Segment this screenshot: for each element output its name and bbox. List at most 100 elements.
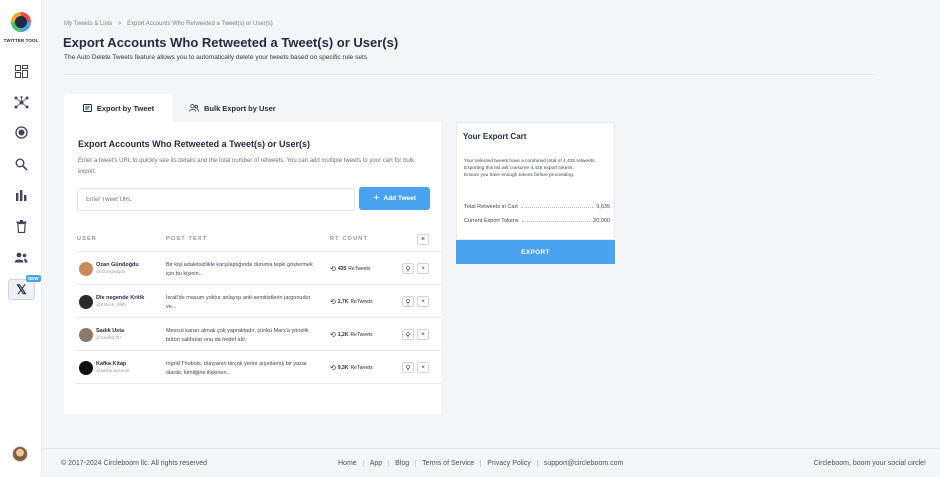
footer-link-home[interactable]: Home bbox=[338, 460, 364, 467]
x-logo-icon[interactable]: 𝕏 bbox=[8, 279, 35, 300]
card-title: Export Accounts Who Retweeted a Tweet(s)… bbox=[78, 139, 311, 149]
breadcrumb-link-my-tweets[interactable]: My Tweets & Lists bbox=[64, 21, 112, 27]
cart-total-retweets: Total Retweets in Cart 9,635 bbox=[464, 204, 610, 210]
rt-count: ⟲ 435 ReTweets bbox=[330, 265, 370, 273]
network-icon[interactable] bbox=[12, 93, 30, 111]
remove-row-button[interactable]: × bbox=[417, 296, 429, 307]
copyright: © 2017-2024 Circleboom llc. All rights r… bbox=[61, 460, 208, 467]
post-text: Mevcut kararı almak çok yapraktadır, çün… bbox=[166, 328, 309, 343]
retweet-icon: ⟲ bbox=[330, 365, 336, 372]
user-handle: @Kritsch_99th bbox=[96, 302, 126, 307]
avatar bbox=[79, 328, 93, 342]
dashboard-icon[interactable] bbox=[12, 62, 30, 80]
clear-all-button[interactable]: × bbox=[417, 234, 429, 245]
avatar bbox=[79, 262, 93, 276]
table-row: Ozan Gündoğdu @ozangndgdu Bir kişi adale… bbox=[76, 252, 441, 285]
user-avatar[interactable] bbox=[12, 446, 28, 462]
bar-chart-icon[interactable] bbox=[12, 186, 30, 204]
cart-warning-line: Ensure you have enough tokens before pro… bbox=[464, 173, 575, 178]
user-handle: @ozangndgdu bbox=[96, 269, 126, 274]
post-text: İsrail'de masum yoktur anlayışı anti-sem… bbox=[166, 295, 311, 310]
rt-count-value: 9,3K bbox=[337, 365, 349, 371]
remove-row-button[interactable]: × bbox=[417, 263, 429, 274]
page-subtitle: The Auto Delete Tweets feature allows yo… bbox=[64, 54, 368, 61]
circle-target-icon[interactable] bbox=[12, 123, 30, 141]
tab-bulk-export-by-user[interactable]: Bulk Export by User bbox=[189, 94, 276, 122]
breadcrumb-current: Export Accounts Who Retweeted a Tweet(s)… bbox=[127, 21, 273, 27]
avatar bbox=[79, 295, 93, 309]
card-description: Enter a tweet's URL to quickly see its d… bbox=[78, 158, 415, 175]
table-row: Kafka Kitap @kafkacaysmail Ingrid Thoboi… bbox=[76, 351, 441, 384]
rt-suffix: ReTweets bbox=[350, 332, 373, 338]
page-title: Export Accounts Who Retweeted a Tweet(s)… bbox=[63, 35, 399, 50]
user-name: Ozan Gündoğdu bbox=[96, 262, 139, 268]
footer-tagline: Circleboom, boom your social circle! bbox=[813, 460, 926, 467]
logo-text: TWITTER TOOL bbox=[3, 38, 39, 43]
user-name: Dle negende Kritik bbox=[96, 295, 145, 301]
total-retweets-label: Total Retweets in Cart bbox=[464, 204, 518, 210]
footer-links: Home App Blog Terms of Service Privacy P… bbox=[338, 460, 629, 467]
user-name: Kafka Kitap bbox=[96, 361, 127, 367]
export-tokens-value: 20,000 bbox=[593, 218, 610, 224]
trash-icon[interactable] bbox=[12, 217, 30, 235]
retweet-icon: ⟲ bbox=[330, 299, 336, 306]
post-text: Ingrid Thobois, dünyanın birçok yerini a… bbox=[166, 361, 307, 376]
new-badge: NEW bbox=[26, 275, 41, 282]
circleboom-logo-icon[interactable] bbox=[10, 11, 32, 33]
tab-label: Export by Tweet bbox=[96, 103, 155, 113]
footer-link-privacy[interactable]: Privacy Policy bbox=[481, 460, 538, 467]
export-button[interactable]: EXPORT bbox=[456, 240, 615, 264]
link-icon[interactable]: ⚲ bbox=[402, 263, 414, 274]
export-cart: Your Export Cart Your selected tweets ha… bbox=[456, 122, 615, 240]
x-logo-glyph: 𝕏 bbox=[16, 281, 27, 297]
rt-count: ⟲ 9,3K ReTweets bbox=[330, 364, 373, 372]
column-header-user: USER bbox=[77, 236, 98, 242]
link-icon[interactable]: ⚲ bbox=[402, 362, 414, 373]
users-outline-icon bbox=[189, 104, 199, 112]
link-icon[interactable]: ⚲ bbox=[402, 329, 414, 340]
user-handle: @kafkacaysmail bbox=[96, 368, 129, 373]
add-tweet-label: Add Tweet bbox=[383, 195, 416, 202]
avatar bbox=[79, 361, 93, 375]
tab-export-by-tweet[interactable]: Export by Tweet bbox=[64, 94, 173, 122]
search-icon[interactable] bbox=[12, 155, 30, 173]
plus-icon: + bbox=[373, 192, 380, 204]
footer-link-support[interactable]: support@circleboom.com bbox=[538, 460, 629, 467]
rt-suffix: ReTweets bbox=[350, 299, 373, 305]
rt-suffix: ReTweets bbox=[350, 365, 373, 371]
remove-row-button[interactable]: × bbox=[417, 329, 429, 340]
retweet-icon: ⟲ bbox=[330, 332, 336, 339]
footer-link-blog[interactable]: Blog bbox=[389, 460, 417, 467]
rt-suffix: ReTweets bbox=[348, 266, 371, 272]
rt-count-value: 1,2K bbox=[337, 332, 349, 338]
table-row: Sadık Usta @Sadkst757 Mevcut kararı alma… bbox=[76, 318, 441, 351]
cart-description: Your selected tweets have a combined tot… bbox=[464, 158, 612, 179]
dotted-leader bbox=[521, 221, 591, 222]
footer-link-app[interactable]: App bbox=[364, 460, 390, 467]
cart-description-line: Your selected tweets have a combined tot… bbox=[464, 159, 596, 171]
breadcrumb: My Tweets & Lists > Export Accounts Who … bbox=[64, 21, 277, 27]
total-retweets-value: 9,635 bbox=[596, 204, 610, 210]
export-tokens-label: Current Export Tokens bbox=[464, 218, 519, 224]
cart-title: Your Export Cart bbox=[463, 132, 527, 141]
remove-row-button[interactable]: × bbox=[417, 362, 429, 373]
breadcrumb-separator: > bbox=[117, 21, 122, 27]
link-icon[interactable]: ⚲ bbox=[402, 296, 414, 307]
rt-count: ⟲ 2,7K ReTweets bbox=[330, 298, 373, 306]
tweet-url-input[interactable] bbox=[77, 188, 355, 211]
rt-count-value: 2,7K bbox=[337, 299, 349, 305]
header-divider bbox=[64, 74, 876, 75]
dotted-leader bbox=[520, 207, 594, 208]
add-tweet-button[interactable]: + Add Tweet bbox=[359, 187, 430, 210]
column-header-post-text: POST TEXT bbox=[166, 236, 208, 242]
column-header-rt-count: RT COUNT bbox=[330, 236, 369, 242]
footer-link-terms[interactable]: Terms of Service bbox=[416, 460, 482, 467]
user-name: Sadık Usta bbox=[96, 328, 125, 334]
export-card: Export Accounts Who Retweeted a Tweet(s)… bbox=[64, 122, 441, 414]
sidebar: TWITTER TOOL 𝕏 NEW bbox=[0, 0, 42, 477]
post-text: Bir kişi adaletsizlikle karşılaştığında … bbox=[166, 262, 313, 277]
retweet-icon: ⟲ bbox=[330, 266, 336, 273]
table-row: Dle negende Kritik @Kritsch_99th İsrail'… bbox=[76, 285, 441, 318]
users-icon[interactable] bbox=[12, 248, 30, 266]
tab-label: Bulk Export by User bbox=[204, 103, 276, 113]
